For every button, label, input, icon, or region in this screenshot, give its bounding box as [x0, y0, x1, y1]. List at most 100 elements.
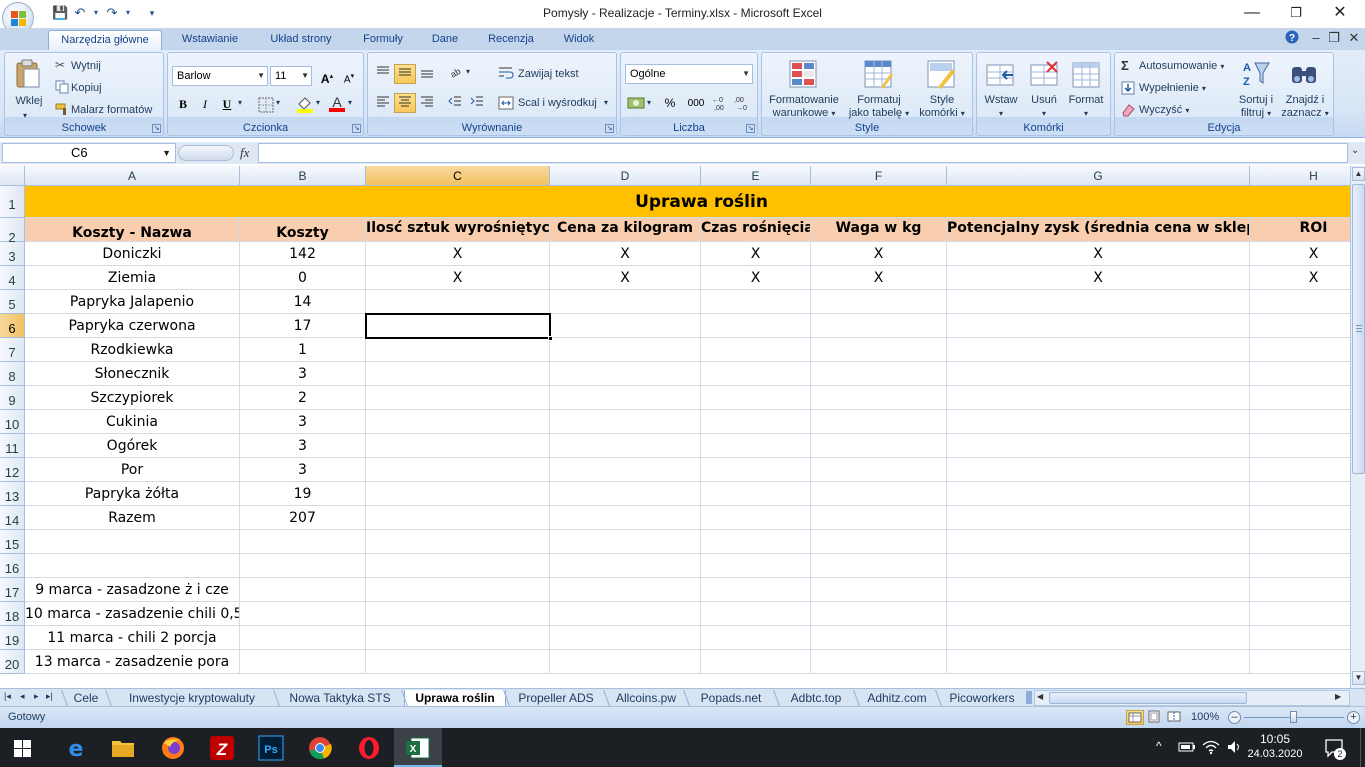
table-cell[interactable]	[1250, 458, 1350, 482]
table-cell[interactable]: Razem	[25, 506, 240, 530]
column-header-g[interactable]: G	[947, 166, 1250, 186]
table-cell[interactable]	[1250, 626, 1350, 650]
table-cell[interactable]	[701, 554, 811, 578]
close-button[interactable]: ✕	[1318, 2, 1362, 24]
clock-time[interactable]: 10:05	[1250, 732, 1300, 746]
prev-sheet-icon[interactable]: ◂	[20, 691, 25, 702]
table-cell[interactable]	[550, 338, 701, 362]
merge-dropdown-icon[interactable]: ▾	[604, 98, 608, 107]
row-header-2[interactable]: 2	[0, 218, 25, 245]
table-cell[interactable]: 2	[240, 386, 366, 410]
column-header-e[interactable]: E	[701, 166, 811, 186]
wrap-text-button[interactable]: Zawijaj tekst	[518, 68, 579, 80]
row-header-16[interactable]: 16	[0, 554, 25, 578]
sheet-tab[interactable]: Allcoins.pw	[606, 690, 686, 707]
table-cell[interactable]	[1250, 578, 1350, 602]
table-cell[interactable]	[811, 458, 947, 482]
table-cell[interactable]	[947, 530, 1250, 554]
orientation-button[interactable]: ab	[444, 64, 466, 84]
copy-icon[interactable]	[55, 80, 71, 96]
table-cell[interactable]	[366, 554, 550, 578]
column-header-a[interactable]: A	[25, 166, 240, 186]
decrease-indent-button[interactable]	[444, 93, 466, 113]
tab-split-handle[interactable]	[1026, 691, 1032, 704]
column-header-h[interactable]: H	[1250, 166, 1350, 186]
table-cell[interactable]: 11 marca - chili 2 porcja	[25, 626, 240, 650]
table-cell[interactable]	[366, 626, 550, 650]
increase-decimal-icon[interactable]: ←0,00	[711, 95, 731, 112]
show-desktop-button[interactable]	[1360, 728, 1365, 767]
table-cell[interactable]	[550, 410, 701, 434]
italic-button[interactable]: I	[194, 94, 216, 114]
table-cell[interactable]	[947, 482, 1250, 506]
table-cell[interactable]	[811, 602, 947, 626]
accounting-format-icon[interactable]	[627, 95, 645, 111]
excel-taskbar-button[interactable]: X	[394, 728, 442, 767]
table-cell[interactable]	[1250, 554, 1350, 578]
table-cell[interactable]: Papryka czerwona	[25, 314, 240, 338]
table-cell[interactable]	[550, 530, 701, 554]
number-format-combo[interactable]: Ogólne ▼	[625, 64, 753, 84]
table-cell[interactable]: 207	[240, 506, 366, 530]
table-cell[interactable]	[550, 578, 701, 602]
table-cell[interactable]: Papryka żółta	[25, 482, 240, 506]
table-cell[interactable]	[1250, 506, 1350, 530]
row-header-9[interactable]: 9	[0, 386, 25, 410]
table-cell[interactable]	[366, 530, 550, 554]
sheet-tab[interactable]: Uprawa roślin	[404, 690, 506, 707]
table-cell[interactable]	[1250, 434, 1350, 458]
table-cell[interactable]	[947, 554, 1250, 578]
row-header-7[interactable]: 7	[0, 338, 25, 362]
table-cell[interactable]	[701, 482, 811, 506]
sheet-tab[interactable]: Popads.net	[686, 690, 776, 707]
align-top-button[interactable]	[372, 64, 394, 84]
fill-color-icon[interactable]	[296, 95, 313, 113]
table-cell[interactable]	[811, 434, 947, 458]
table-cell[interactable]: X	[1250, 266, 1350, 290]
row-header-11[interactable]: 11	[0, 434, 25, 458]
table-cell[interactable]: Słonecznik	[25, 362, 240, 386]
clipboard-launcher-icon[interactable]: ↘	[152, 124, 161, 133]
table-cell[interactable]	[811, 362, 947, 386]
table-cell[interactable]	[366, 506, 550, 530]
table-cell[interactable]	[240, 554, 366, 578]
fill-icon[interactable]	[1121, 81, 1137, 97]
paste-dropdown-icon[interactable]: ▾	[23, 111, 27, 120]
table-cell[interactable]	[701, 290, 811, 314]
table-cell[interactable]	[811, 506, 947, 530]
clear-button[interactable]: Wyczyść ▾	[1139, 104, 1189, 116]
cell-styles-icon[interactable]	[926, 59, 956, 89]
minimize-button[interactable]: —	[1230, 2, 1274, 24]
row-header-17[interactable]: 17	[0, 578, 25, 602]
table-cell[interactable]: Szczypiorek	[25, 386, 240, 410]
table-cell[interactable]	[1250, 386, 1350, 410]
table-cell[interactable]	[947, 386, 1250, 410]
table-cell[interactable]	[811, 290, 947, 314]
normal-view-icon[interactable]	[1126, 710, 1144, 725]
table-cell[interactable]	[947, 650, 1250, 674]
help-icon[interactable]: ?	[1284, 30, 1300, 46]
fill-handle[interactable]	[548, 336, 553, 341]
fill-color-dropdown-icon[interactable]: ▾	[316, 98, 320, 107]
table-cell[interactable]	[811, 314, 947, 338]
worksheet-grid[interactable]: A B C D E F G H 1 2 3 4 5 6 7 8 9 10 11 12 13 14 15 16 17 18 19 20 U…	[0, 166, 1350, 688]
table-cell[interactable]	[701, 602, 811, 626]
table-cell[interactable]	[947, 602, 1250, 626]
ribbon-restore-icon[interactable]: ❐	[1326, 30, 1342, 46]
table-cell[interactable]	[947, 410, 1250, 434]
format-cells-button[interactable]: Format ▾	[1063, 94, 1109, 120]
table-cell[interactable]: 9 marca - zasadzone ż i cze	[25, 578, 240, 602]
photoshop-icon[interactable]: Ps	[258, 735, 284, 761]
table-cell[interactable]	[366, 458, 550, 482]
row-header-6[interactable]: 6	[0, 314, 25, 338]
table-cell[interactable]: Papryka Jalapenio	[25, 290, 240, 314]
tab-view[interactable]: Widok	[552, 30, 606, 50]
delete-cells-icon[interactable]	[1029, 59, 1059, 89]
cut-button[interactable]: Wytnij	[71, 60, 101, 72]
table-cell[interactable]: X	[811, 266, 947, 290]
table-cell[interactable]: 17	[240, 314, 366, 338]
table-cell[interactable]	[1250, 410, 1350, 434]
table-cell[interactable]	[811, 626, 947, 650]
column-header-c[interactable]: C	[366, 166, 550, 186]
table-cell[interactable]	[550, 626, 701, 650]
